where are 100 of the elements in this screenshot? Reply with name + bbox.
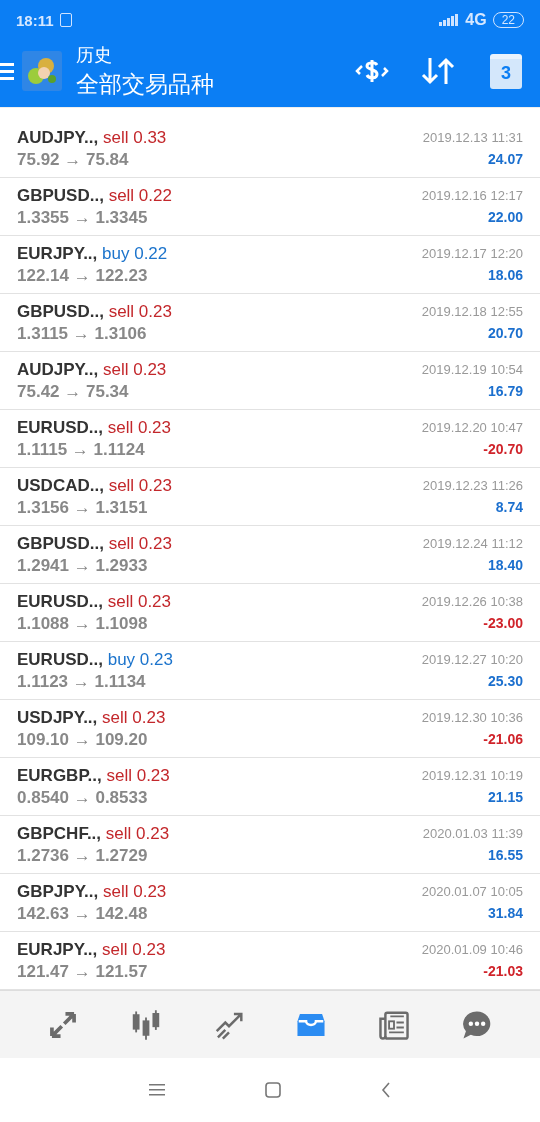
price-label: 75.92 → 75.84 [17,149,130,170]
symbol-label: GBPUSD.., [17,301,104,321]
order-label: sell 0.23 [105,823,170,843]
profit-label: 16.55 [486,847,523,863]
price-label: 1.3115 → 1.3106 [17,323,148,344]
close-time: 2019.12.26 10:38 [421,594,523,609]
order-label: sell 0.22 [108,185,172,205]
close-time: 2019.12.31 10:19 [421,768,523,783]
price-label: 1.3355 → 1.3345 [17,207,149,228]
profit-label: -20.70 [482,441,523,457]
price-label: 1.1088 → 1.1098 [17,613,149,634]
close-time: 2019.12.19 10:54 [421,362,523,377]
trade-row[interactable]: GBPCHF.., sell 0.23 1.2736 → 1.2729 2020.01.03 11:39 16.55 [0,816,540,874]
symbol-label: GBPCHF.., [17,823,102,843]
app-logo-icon [22,51,62,91]
order-label: buy 0.23 [107,649,173,669]
trade-row[interactable]: GBPUSD.., sell 0.22 1.3355 → 1.3345 2019.12.16 12:17 22.00 [0,178,540,236]
symbol-label: GBPJPY.., [17,881,99,901]
symbol-label: EURGBP.., [17,765,102,785]
network-label: 4G [465,11,487,29]
order-label: sell 0.23 [108,475,172,495]
profit-label: 31.84 [486,905,523,921]
profit-label: 8.74 [494,499,523,515]
order-label: sell 0.23 [107,591,172,611]
trade-row[interactable]: AUDJPY.., sell 0.33 75.92 → 75.84 2019.12.13 11:31 24.07 [0,120,540,178]
order-label: sell 0.23 [102,939,166,959]
price-label: 121.47 → 121.57 [17,961,149,982]
price-label: 1.2736 → 1.2729 [17,845,149,866]
close-time: 2020.01.09 10:46 [421,942,523,957]
close-time: 2019.12.13 11:31 [422,130,523,145]
home-icon[interactable] [265,1082,281,1098]
close-time: 2019.12.16 12:17 [421,188,523,203]
close-time: 2019.12.30 10:36 [421,710,523,725]
screen-title: 历史 [76,43,113,67]
order-label: sell 0.33 [103,127,167,147]
profit-label: 20.70 [486,325,523,341]
profit-label: 22.00 [486,209,523,225]
price-label: 1.1123 → 1.1134 [17,671,147,692]
symbol-label: USDCAD.., [17,475,104,495]
symbol-label: AUDJPY.., [17,127,99,147]
close-time: 2019.12.18 12:55 [421,304,523,319]
profit-label: 21.15 [486,789,523,805]
order-label: sell 0.23 [107,417,172,437]
status-time: 18:11 [16,11,54,29]
menu-icon[interactable] [0,61,14,81]
profit-label: 18.06 [486,267,523,283]
close-time: 2019.12.23 11:26 [422,478,523,493]
newspaper-icon [377,1008,410,1041]
trade-row[interactable]: EURJPY.., buy 0.22 122.14 → 122.23 2019.12.17 12:20 18.06 [0,236,540,294]
symbol-label: EURJPY.., [17,939,98,959]
order-label: sell 0.23 [108,533,172,553]
symbol-label: GBPUSD.., [17,533,104,553]
close-time: 2019.12.20 10:47 [421,420,523,435]
profit-label: 24.07 [486,151,523,167]
sort-icon[interactable] [420,56,456,86]
trade-row[interactable]: GBPUSD.., sell 0.23 1.3115 → 1.3106 2019.12.18 12:55 20.70 [0,294,540,352]
back-icon[interactable] [381,1082,391,1098]
close-time: 2019.12.17 12:20 [421,246,523,261]
close-time: 2020.01.03 11:39 [422,826,523,841]
order-label: buy 0.22 [102,243,168,263]
symbol-label: USDJPY.., [17,707,98,727]
symbol-label: EURUSD.., [17,649,103,669]
price-label: 1.1115 → 1.1124 [17,439,146,460]
order-label: sell 0.23 [103,881,167,901]
price-label: 142.63 → 142.48 [17,903,149,924]
price-label: 1.3156 → 1.3151 [17,497,149,518]
symbol-label: EURUSD.., [17,591,103,611]
symbol-label: EURJPY.., [17,243,98,263]
trade-row[interactable]: EURUSD.., sell 0.23 1.1088 → 1.1098 2019.12.26 10:38 -23.00 [0,584,540,642]
recent-apps-icon[interactable] [149,1083,165,1097]
close-time: 2020.01.07 10:05 [421,884,523,899]
profit-label: 25.30 [486,673,523,689]
profit-label: -21.03 [482,963,523,979]
order-label: sell 0.23 [106,765,170,785]
order-label: sell 0.23 [103,359,167,379]
symbol-filter[interactable]: 全部交易品种 [76,68,214,100]
symbol-label: GBPUSD.., [17,185,104,205]
trade-row[interactable]: USDJPY.., sell 0.23 109.10 → 109.20 2019.12.30 10:36 -21.06 [0,700,540,758]
order-label: sell 0.23 [108,301,172,321]
symbol-label: EURUSD.., [17,417,103,437]
price-label: 122.14 → 122.23 [17,265,149,286]
trade-row[interactable]: EURUSD.., buy 0.23 1.1123 → 1.1134 2019.12.27 10:20 25.30 [0,642,540,700]
trade-row[interactable]: AUDJPY.., sell 0.23 75.42 → 75.34 2019.12.19 10:54 16.79 [0,352,540,410]
profit-label: -23.00 [482,615,523,631]
trade-row[interactable]: USDCAD.., sell 0.23 1.3156 → 1.3151 2019.12.23 11:26 8.74 [0,468,540,526]
trade-row[interactable]: GBPUSD.., sell 0.23 1.2941 → 1.2933 2019.12.24 11:12 18.40 [0,526,540,584]
price-label: 109.10 → 109.20 [17,729,149,750]
currency-exchange-icon[interactable] [354,57,390,85]
trade-row[interactable]: EURUSD.., sell 0.23 1.1115 → 1.1124 2019.12.20 10:47 -20.70 [0,410,540,468]
price-label: 1.2941 → 1.2933 [17,555,149,576]
profit-label: 16.79 [486,383,523,399]
trade-row[interactable]: EURGBP.., sell 0.23 0.8540 → 0.8533 2019.12.31 10:19 21.15 [0,758,540,816]
trade-row[interactable]: GBPJPY.., sell 0.23 142.63 → 142.48 2020.01.07 10:05 31.84 [0,874,540,932]
close-time: 2019.12.27 10:20 [421,652,523,667]
candlestick-icon [130,1008,162,1041]
signal-icon [439,14,460,26]
chat-bubble-icon [460,1008,493,1041]
profit-label: -21.06 [482,731,523,747]
close-time: 2019.12.24 11:12 [422,536,523,551]
profit-label: 18.40 [486,557,523,573]
